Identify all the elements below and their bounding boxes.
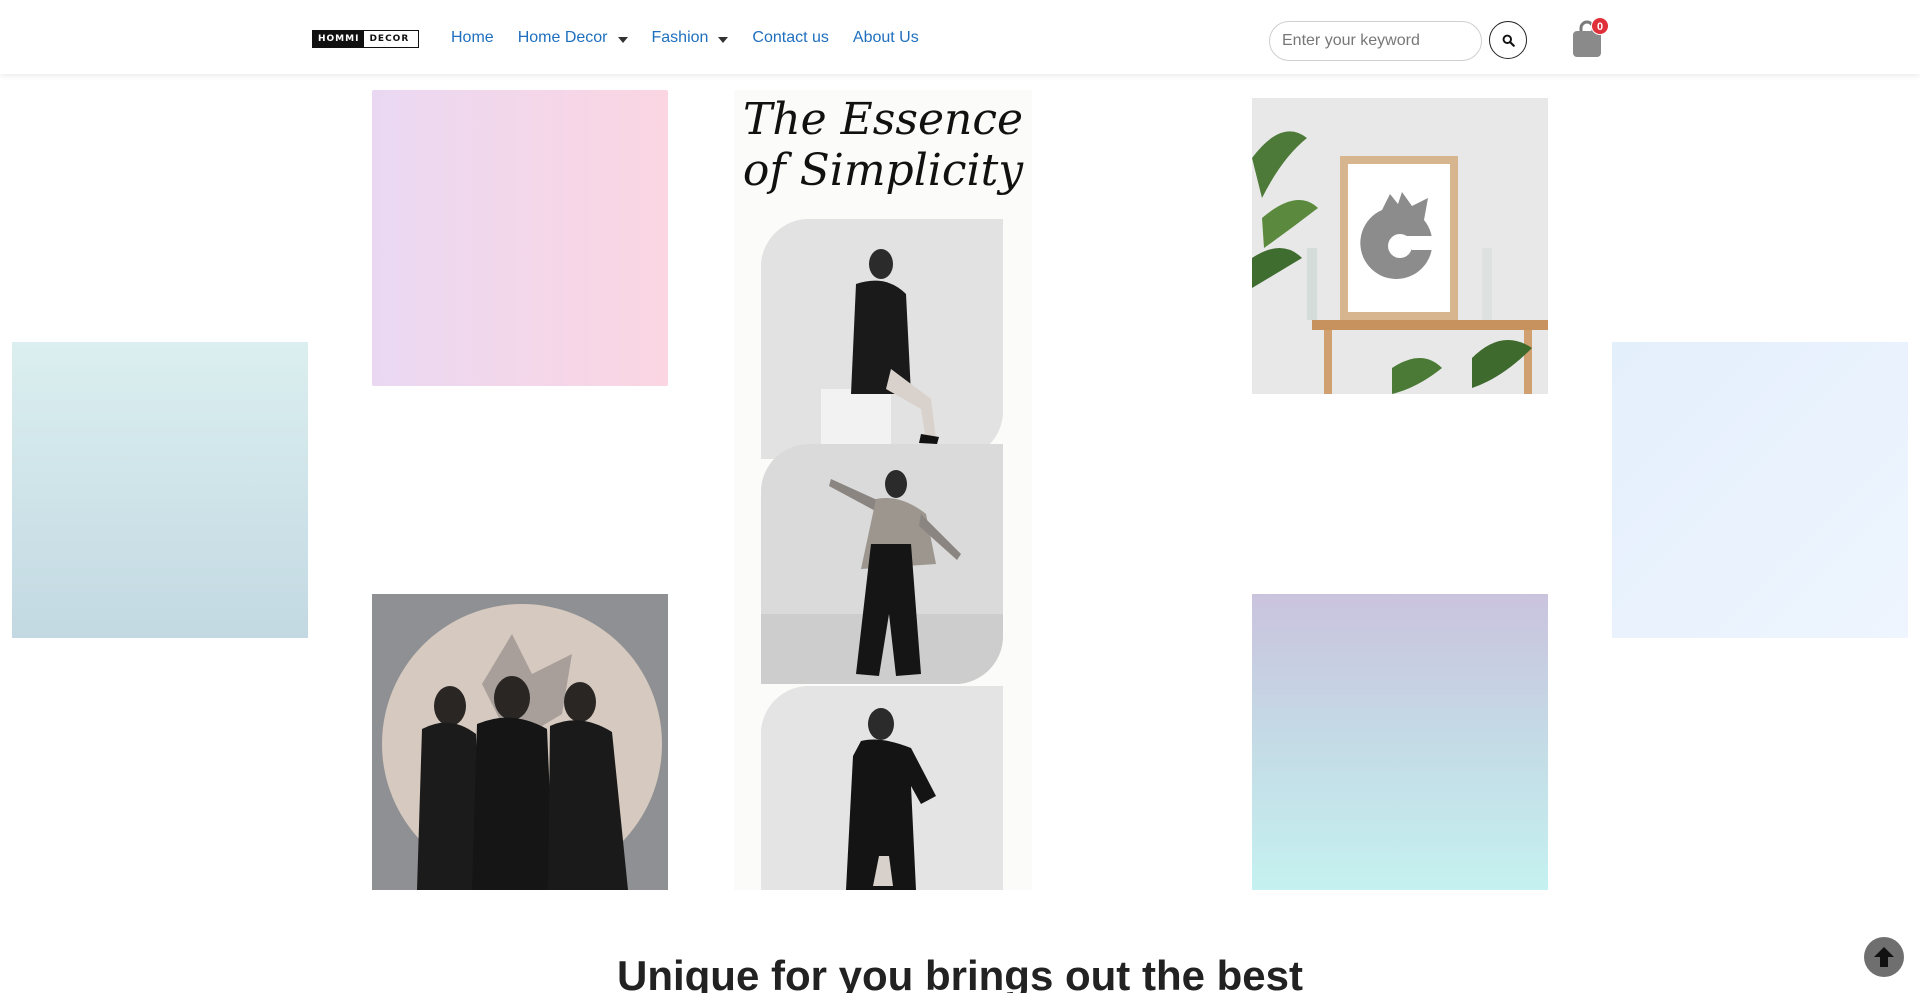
gradient-tile-lavender [1252,594,1548,890]
fashion-group-illustration [372,594,668,890]
main-nav: Home Home Decor Fashion Contact us About… [451,29,943,47]
poster-photo-2 [761,444,1003,684]
nav-about[interactable]: About Us [853,29,919,47]
search-button[interactable] [1489,21,1527,59]
fashion-group-image[interactable] [372,594,668,890]
search-input[interactable] [1269,21,1482,61]
room-decor-image[interactable] [1252,98,1548,394]
logo-part-2: DECOR [369,34,410,44]
gradient-tile-mint [12,342,308,638]
site-logo[interactable]: HOMMI DECOR [312,30,419,48]
essence-poster[interactable]: The Essence of Simplicity [734,90,1032,890]
poster-title-line1: The Essence [742,94,1024,145]
nav-home-decor[interactable]: Home Decor [518,29,628,47]
nav-home-decor-label: Home Decor [517,29,608,46]
nav-home[interactable]: Home [451,29,494,47]
chevron-down-icon[interactable] [617,36,628,43]
nav-contact[interactable]: Contact us [752,29,828,47]
poster-title-line2: of Simplicity [742,145,1024,196]
search-icon [1502,34,1515,47]
nav-home-label: Home [451,29,494,46]
gradient-tile-pink [372,90,668,386]
model-seated-illustration [761,219,1003,459]
chevron-down-icon[interactable] [718,36,729,43]
nav-contact-label: Contact us [752,29,829,46]
model-standing-illustration [761,686,1003,890]
section-heading: Unique for you brings out the best [617,952,1303,993]
site-header: HOMMI DECOR Home Home Decor Fashion Cont… [0,0,1920,74]
cart-count-badge: 0 [1591,17,1609,35]
wolf-logo-icon [1360,192,1436,280]
nav-fashion[interactable]: Fashion [652,29,729,47]
poster-title: The Essence of Simplicity [734,90,1032,196]
nav-fashion-label: Fashion [651,29,709,46]
back-to-top-button[interactable] [1864,937,1904,977]
logo-part-1: HOMMI [313,31,365,47]
model-dancing-illustration [761,444,1003,684]
arrow-up-icon [1874,947,1894,967]
poster-photo-3 [761,686,1003,890]
gradient-tile-sky [1612,342,1908,638]
cart-button[interactable]: 0 [1571,17,1609,58]
nav-about-label: About Us [852,29,919,46]
poster-photo-1 [761,219,1003,459]
